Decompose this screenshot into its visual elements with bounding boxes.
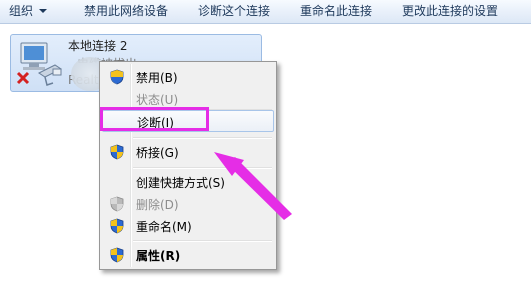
connection-name: 本地连接 2: [68, 39, 128, 53]
context-menu: 禁用(B) 状态(U) 诊断(I) 桥接(G) 创建快捷方式(S) 删除(D): [99, 61, 277, 270]
diagnose-connection-button[interactable]: 诊断这个连接: [198, 0, 270, 23]
menu-item-rename[interactable]: 重命名(M): [102, 215, 274, 237]
uac-shield-icon: [110, 69, 124, 85]
menu-item-label: 删除(D): [136, 198, 179, 212]
uac-shield-icon: [110, 196, 124, 212]
chevron-down-icon: [39, 9, 48, 13]
uac-shield-icon: [110, 218, 124, 234]
disconnected-x-icon: [16, 71, 30, 85]
network-adapter-icon: [16, 42, 62, 86]
uac-shield-icon: [110, 144, 124, 160]
menu-item-create-shortcut[interactable]: 创建快捷方式(S): [102, 171, 274, 193]
uac-shield-icon: [110, 247, 124, 263]
menu-item-label: 属性(R): [136, 249, 181, 263]
menu-item-label: 桥接(G): [136, 146, 179, 160]
rename-connection-button[interactable]: 重命名此连接: [300, 0, 372, 23]
menu-item-label: 重命名(M): [136, 220, 192, 234]
organize-label: 组织: [9, 4, 34, 18]
menu-item-label: 状态(U): [136, 93, 179, 107]
menu-item-delete: 删除(D): [102, 193, 274, 215]
menu-item-disable[interactable]: 禁用(B): [102, 66, 274, 88]
menu-separator: [133, 137, 272, 139]
command-bar: 组织 禁用此网络设备 诊断这个连接 重命名此连接 更改此连接的设置: [0, 0, 531, 24]
annotation-highlight-box: [100, 107, 209, 131]
menu-item-bridge[interactable]: 桥接(G): [102, 141, 274, 163]
menu-separator: [133, 240, 272, 242]
organize-button[interactable]: 组织: [9, 0, 48, 23]
menu-item-label: 创建快捷方式(S): [136, 176, 225, 190]
change-settings-button[interactable]: 更改此连接的设置: [402, 0, 498, 23]
menu-item-properties[interactable]: 属性(R): [102, 244, 274, 266]
disable-device-button[interactable]: 禁用此网络设备: [84, 0, 168, 23]
menu-separator: [133, 167, 272, 169]
menu-item-label: 禁用(B): [136, 71, 178, 85]
